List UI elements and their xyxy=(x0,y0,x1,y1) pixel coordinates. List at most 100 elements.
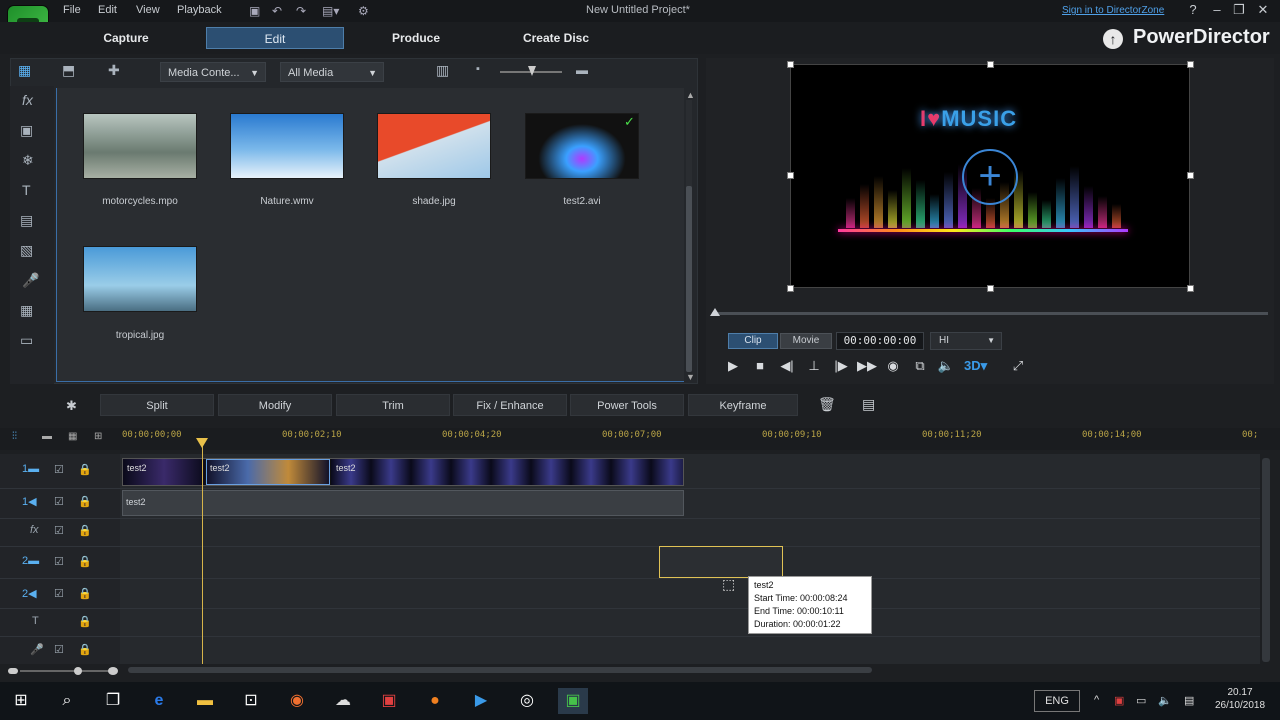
menu-view[interactable]: View xyxy=(136,4,160,16)
move-crosshair-icon[interactable]: + xyxy=(962,149,1018,205)
quality-dropdown[interactable]: HI ▼ xyxy=(930,332,1002,350)
voice-lock-icon[interactable]: 🔒 xyxy=(78,643,92,656)
title-room-icon[interactable]: T xyxy=(22,182,31,198)
save-icon[interactable]: ▣ xyxy=(249,4,260,18)
cloud-app-icon[interactable]: ☁ xyxy=(328,688,358,714)
timeline-h-scrollbar[interactable] xyxy=(128,667,872,673)
particle-room-icon[interactable]: ❄ xyxy=(22,152,34,169)
pip-room-icon[interactable]: ▣ xyxy=(20,122,33,139)
settings-icon[interactable]: ⚙ xyxy=(358,4,369,18)
clip-mode-button[interactable]: Clip xyxy=(728,333,778,349)
modify-button[interactable]: Modify xyxy=(218,394,332,416)
resize-handle-tl[interactable] xyxy=(787,61,794,68)
menu-file[interactable]: File xyxy=(63,4,81,16)
scroll-down-icon[interactable]: ▼ xyxy=(686,372,695,382)
video-app-icon[interactable]: ▣ xyxy=(374,688,404,714)
media-thumb-nature[interactable] xyxy=(230,113,344,179)
mark-icon[interactable]: ▤ xyxy=(862,396,875,413)
seek-knob[interactable] xyxy=(710,308,720,316)
resize-handle-tr[interactable] xyxy=(1187,61,1194,68)
task-view-icon[interactable]: ❐ xyxy=(98,688,128,714)
powerdirector-taskbar-icon[interactable]: ▣ xyxy=(558,688,588,714)
next-frame-icon[interactable]: |▶ xyxy=(830,358,852,376)
restore-button[interactable]: ❐ xyxy=(1228,2,1250,18)
tools-icon[interactable]: ✱ xyxy=(66,398,77,414)
notifications-icon[interactable]: ▤ xyxy=(1184,694,1194,707)
media-filter-dropdown[interactable]: All Media ▼ xyxy=(280,62,384,82)
fix-enhance-button[interactable]: Fix / Enhance xyxy=(453,394,567,416)
subtitle-room-icon[interactable]: ▭ xyxy=(20,332,33,349)
search-icon[interactable]: ⌕ xyxy=(52,688,82,714)
resize-handle-r[interactable] xyxy=(1187,172,1194,179)
zoom-slider[interactable] xyxy=(20,670,116,672)
audio-mixing-icon[interactable]: ▧ xyxy=(20,242,33,259)
media-thumb-test2[interactable] xyxy=(525,113,639,179)
tray-chevron-icon[interactable]: ^ xyxy=(1094,694,1099,706)
3d-mode-icon[interactable]: 3D▾ xyxy=(964,358,987,376)
start-icon[interactable]: ⊞ xyxy=(6,688,36,714)
track-1-enable-checkbox[interactable]: ☑ xyxy=(54,463,64,476)
voice-over-icon[interactable]: 🎤 xyxy=(22,272,39,289)
title-lock-icon[interactable]: 🔒 xyxy=(78,615,92,628)
mode-edit[interactable]: Edit xyxy=(206,27,344,49)
movie-mode-button[interactable]: Movie xyxy=(780,333,832,349)
storyboard-view-icon[interactable]: ▬ xyxy=(42,431,52,442)
keyframe-button[interactable]: Keyframe xyxy=(688,394,798,416)
fullscreen-icon[interactable]: ⤢ xyxy=(1007,358,1029,376)
resize-handle-b[interactable] xyxy=(987,285,994,292)
zoom-in-knob[interactable] xyxy=(108,667,118,675)
track-manager-icon[interactable]: ▦ xyxy=(68,431,77,442)
play-icon[interactable]: ▶ xyxy=(722,358,744,376)
split-button[interactable]: Split xyxy=(100,394,214,416)
upload-icon[interactable]: ↑ xyxy=(1103,29,1123,49)
media-thumb-tropical[interactable] xyxy=(83,246,197,312)
large-thumb-icon[interactable]: ▬ xyxy=(576,63,588,77)
audio-2-enable-checkbox[interactable]: ☑ xyxy=(54,587,64,600)
mode-create-disc[interactable]: Create Disc xyxy=(490,27,622,49)
media-player-icon[interactable]: ▶ xyxy=(466,688,496,714)
transition-room-icon[interactable]: ▤ xyxy=(20,212,33,229)
settings-app-icon[interactable]: ◎ xyxy=(512,688,542,714)
mode-produce[interactable]: Produce xyxy=(350,27,482,49)
media-thumb-motorcycles[interactable] xyxy=(83,113,197,179)
resize-handle-bl[interactable] xyxy=(787,285,794,292)
undock-icon[interactable]: ⧉ xyxy=(909,358,931,376)
signin-link[interactable]: Sign in to DirectorZone xyxy=(1062,5,1164,16)
previous-frame-icon[interactable]: ◀| xyxy=(776,358,798,376)
audio-1-lock-icon[interactable]: 🔒 xyxy=(78,495,92,508)
plugin-icon[interactable]: ✚ xyxy=(108,62,120,79)
layout-icon[interactable]: ▤▾ xyxy=(322,4,339,18)
help-button[interactable]: ? xyxy=(1182,2,1204,17)
resize-handle-t[interactable] xyxy=(987,61,994,68)
fx-enable-checkbox[interactable]: ☑ xyxy=(54,524,64,537)
track-2-lock-icon[interactable]: 🔒 xyxy=(78,555,92,568)
trim-button[interactable]: Trim xyxy=(336,394,450,416)
explorer-icon[interactable]: ▬ xyxy=(190,688,220,714)
volume-icon[interactable]: 🔈 xyxy=(935,358,957,376)
fit-icon[interactable]: ⊞ xyxy=(94,431,102,442)
fx-room-icon[interactable]: fx xyxy=(22,92,33,108)
firefox-alt-icon[interactable]: ● xyxy=(420,688,450,714)
import-icon[interactable]: ⬒ xyxy=(62,62,75,79)
track-1-lock-icon[interactable]: 🔒 xyxy=(78,463,92,476)
zoom-slider-knob[interactable] xyxy=(74,667,82,675)
fx-lock-icon[interactable]: 🔒 xyxy=(78,524,92,537)
fast-forward-icon[interactable]: ▶▶ xyxy=(856,358,878,376)
small-thumb-icon[interactable]: ▪ xyxy=(476,63,480,75)
audio-clip[interactable] xyxy=(122,490,684,516)
resize-handle-l[interactable] xyxy=(787,172,794,179)
media-room-icon[interactable]: ▦ xyxy=(18,62,31,79)
timeline-view-icon[interactable]: ⫶⫶ xyxy=(12,431,17,442)
timecode-display[interactable]: 00:00:00:00 xyxy=(836,332,924,350)
menu-playback[interactable]: Playback xyxy=(177,4,222,16)
scroll-up-icon[interactable]: ▲ xyxy=(686,90,695,100)
library-scrollbar-thumb[interactable] xyxy=(686,186,692,372)
undo-icon[interactable]: ↶ xyxy=(272,4,282,18)
firefox-icon[interactable]: ◉ xyxy=(282,688,312,714)
menu-edit[interactable]: Edit xyxy=(98,4,117,16)
store-icon[interactable]: ⊡ xyxy=(236,688,266,714)
split-marker-icon[interactable]: ⊥ xyxy=(803,358,825,376)
preview-seek-bar[interactable] xyxy=(712,312,1268,315)
power-tools-button[interactable]: Power Tools xyxy=(570,394,684,416)
video-clip-3[interactable] xyxy=(331,459,683,485)
